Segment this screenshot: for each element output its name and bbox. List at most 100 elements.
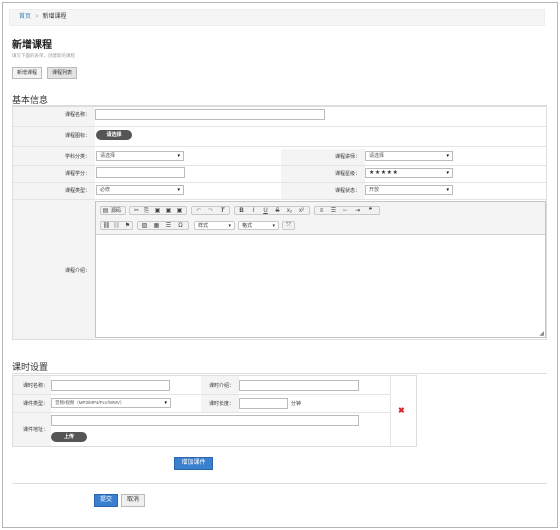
course-name-input[interactable] bbox=[95, 109, 325, 120]
label-column bbox=[13, 107, 95, 339]
lesson-type-value: 音频/视频（MP3/MP4/FLV/WMV） bbox=[55, 400, 125, 405]
cut-icon[interactable]: ✂ bbox=[132, 207, 141, 215]
editor-content-area[interactable] bbox=[97, 236, 544, 336]
indent-icon[interactable]: ⇥ bbox=[353, 207, 362, 215]
remove-format-icon[interactable]: T bbox=[218, 207, 227, 215]
breadcrumb-current: 新增课程 bbox=[42, 14, 67, 20]
list-group: ≡ ☰ ⇤ ⇥ ❞ bbox=[314, 206, 380, 215]
intro-label: 课程介绍： bbox=[64, 268, 90, 274]
row-divider bbox=[13, 182, 546, 183]
lesson-intro-input[interactable] bbox=[239, 380, 359, 391]
maximize-button[interactable]: ⤧ bbox=[282, 221, 295, 230]
special-char-icon[interactable]: Ω bbox=[176, 222, 185, 230]
chevron-down-icon: ▾ bbox=[446, 153, 449, 159]
resize-handle-icon[interactable]: ◢ bbox=[539, 330, 544, 337]
duration-input[interactable] bbox=[239, 398, 288, 409]
subject-select[interactable]: 请选择 ▾ bbox=[96, 151, 184, 161]
breadcrumb: 首页 > 新增课程 bbox=[9, 9, 545, 26]
cancel-button[interactable]: 取消 bbox=[121, 494, 145, 507]
rich-text-editor: ▤ 源码 ✂ ⎘ ▣ ▣ ▣ ↶ ↷ T B I U S x₂ x² ≡ ☰ ⇤… bbox=[95, 201, 546, 338]
text-style-group: B I U S x₂ x² bbox=[234, 206, 310, 215]
status-select-value: 开放 bbox=[369, 187, 380, 193]
credits-label: 课程学分： bbox=[64, 171, 90, 177]
tab-add-course[interactable]: 新增课程 bbox=[12, 67, 43, 79]
paste-word-icon[interactable]: ▣ bbox=[175, 207, 184, 215]
submit-button[interactable]: 提交 bbox=[94, 494, 118, 507]
lesson-name-input[interactable] bbox=[51, 380, 170, 391]
teacher-select-value: 请选择 bbox=[369, 153, 385, 159]
image-icon[interactable]: ▨ bbox=[140, 222, 149, 230]
strikethrough-icon[interactable]: S bbox=[273, 207, 282, 215]
tab-course-list[interactable]: 课程列表 bbox=[47, 67, 78, 79]
duration-label: 课时长度： bbox=[208, 401, 234, 407]
source-button[interactable]: ▤ 源码 bbox=[100, 206, 126, 215]
teacher-label: 课程讲师： bbox=[334, 154, 360, 160]
duration-unit: 分钟 bbox=[291, 401, 302, 407]
rating-stars: ★★★★★ bbox=[369, 170, 399, 176]
style-dropdown[interactable]: 样式 ▾ bbox=[194, 221, 235, 230]
chevron-down-icon: ▾ bbox=[164, 400, 167, 406]
row-divider bbox=[13, 199, 546, 200]
undo-icon[interactable]: ↶ bbox=[194, 207, 203, 215]
horizontal-rule-icon[interactable]: ☰ bbox=[164, 222, 173, 230]
chevron-down-icon: ▾ bbox=[446, 170, 449, 176]
style-dropdown-label: 样式 bbox=[198, 223, 209, 229]
page-subtitle: 填写下面的表单，创建新的课程 bbox=[12, 53, 75, 58]
page-title: 新增课程 bbox=[12, 40, 52, 51]
credits-input[interactable] bbox=[96, 167, 185, 178]
teacher-select[interactable]: 请选择 ▾ bbox=[365, 151, 453, 161]
lesson-intro-label: 课时介绍： bbox=[208, 383, 234, 389]
bold-icon[interactable]: B bbox=[237, 207, 246, 215]
insert-group: ▨ ▦ ☰ Ω bbox=[137, 221, 189, 230]
unlink-icon[interactable]: ⛓ bbox=[112, 222, 121, 230]
bulleted-list-icon[interactable]: ☰ bbox=[329, 207, 338, 215]
type-select[interactable]: 必修 ▾ bbox=[96, 185, 184, 195]
blockquote-icon[interactable]: ❞ bbox=[366, 207, 375, 215]
lesson-settings-heading: 课时设置 bbox=[12, 362, 49, 372]
redo-icon[interactable]: ↷ bbox=[206, 207, 215, 215]
type-label: 课程类型： bbox=[64, 188, 90, 194]
format-dropdown-label: 格式 bbox=[242, 223, 253, 229]
file-url-label: 课件地址： bbox=[22, 427, 48, 433]
history-group: ↶ ↷ T bbox=[191, 206, 230, 215]
chevron-down-icon: ▾ bbox=[177, 153, 180, 159]
rating-select[interactable]: ★★★★★ ▾ bbox=[365, 168, 453, 178]
superscript-icon[interactable]: x² bbox=[297, 207, 306, 215]
row-divider bbox=[13, 126, 546, 127]
italic-icon[interactable]: I bbox=[249, 207, 258, 215]
format-dropdown[interactable]: 格式 ▾ bbox=[238, 221, 279, 230]
breadcrumb-home-link[interactable]: 首页 bbox=[19, 14, 31, 20]
row-divider bbox=[13, 146, 546, 147]
choose-image-button[interactable]: 请选择 bbox=[96, 130, 132, 140]
paste-icon[interactable]: ▣ bbox=[153, 207, 162, 215]
copy-icon[interactable]: ⎘ bbox=[142, 207, 151, 215]
chevron-down-icon: ▾ bbox=[177, 187, 180, 193]
maximize-icon: ⤧ bbox=[286, 223, 291, 229]
lesson-name-label: 课时名称： bbox=[22, 383, 48, 389]
subject-select-value: 请选择 bbox=[100, 153, 116, 159]
table-icon[interactable]: ▦ bbox=[152, 222, 161, 230]
row-divider bbox=[13, 165, 546, 166]
source-icon: ▤ bbox=[102, 208, 109, 214]
file-url-input[interactable] bbox=[51, 415, 359, 426]
underline-icon[interactable]: U bbox=[261, 207, 270, 215]
chevron-down-icon: ▾ bbox=[228, 223, 231, 229]
source-label: 源码 bbox=[111, 208, 122, 214]
status-select[interactable]: 开放 ▾ bbox=[365, 185, 453, 195]
subscript-icon[interactable]: x₂ bbox=[285, 207, 294, 215]
clipboard-group: ✂ ⎘ ▣ ▣ ▣ bbox=[129, 206, 187, 215]
anchor-flag-icon[interactable]: ⚑ bbox=[123, 222, 132, 230]
status-label: 课程状态： bbox=[334, 188, 360, 194]
col-divider bbox=[390, 376, 391, 446]
upload-button[interactable]: 上传 bbox=[51, 432, 87, 442]
paste-text-icon[interactable]: ▣ bbox=[164, 207, 173, 215]
course-icon-label: 课程图标： bbox=[64, 133, 90, 139]
lesson-type-label: 课件类型： bbox=[22, 401, 48, 407]
add-lesson-button[interactable]: 增加课件 bbox=[174, 457, 213, 470]
outdent-icon[interactable]: ⇤ bbox=[341, 207, 350, 215]
delete-lesson-icon[interactable]: ✖ bbox=[398, 406, 405, 415]
numbered-list-icon[interactable]: ≡ bbox=[317, 207, 326, 215]
row-divider bbox=[13, 412, 391, 413]
link-icon[interactable]: ⛓ bbox=[102, 222, 111, 230]
lesson-type-select[interactable]: 音频/视频（MP3/MP4/FLV/WMV） ▾ bbox=[51, 398, 171, 408]
